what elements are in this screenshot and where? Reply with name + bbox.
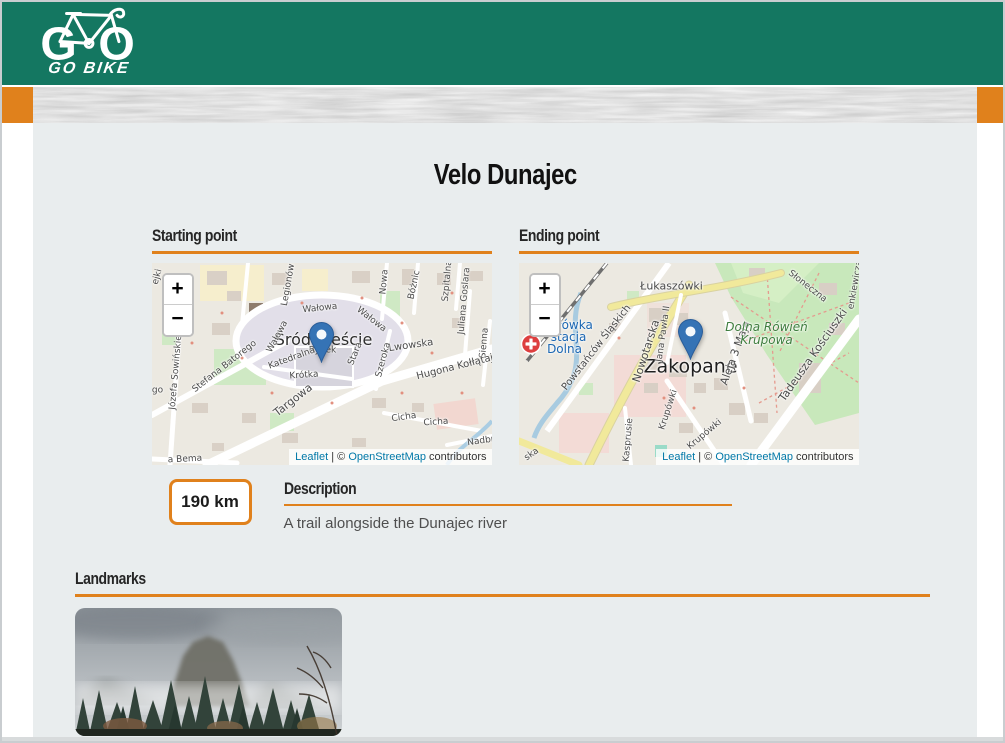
hero-band: [2, 87, 1003, 123]
svg-text:G: G: [40, 17, 76, 64]
map-attribution: Leaflet | © OpenStreetMap contributors: [656, 449, 858, 465]
description-section: Description A trail alongside the Dunaje…: [284, 479, 732, 532]
description-heading: Description: [284, 479, 732, 506]
accent-square-left: [2, 87, 33, 123]
landmarks-heading: Landmarks: [75, 569, 930, 597]
app-header: G O GO BIKE: [2, 2, 1003, 85]
starting-point-heading: Starting point: [152, 226, 492, 254]
zoom-out-button[interactable]: −: [531, 305, 559, 335]
route-page: Velo Dunajec Starting point: [33, 123, 977, 737]
landmark-photo: [75, 608, 342, 736]
leaflet-link[interactable]: Leaflet: [295, 451, 328, 463]
bottom-strip: [2, 737, 1003, 741]
leaflet-link[interactable]: Leaflet: [662, 451, 695, 463]
osm-link[interactable]: OpenStreetMap: [715, 451, 793, 463]
bike-logo-icon: G O: [39, 6, 139, 64]
distance-badge: 190 km: [169, 479, 252, 525]
page-title: Velo Dunajec: [33, 159, 977, 192]
landmarks-section: Landmarks: [75, 569, 930, 736]
zoom-out-button[interactable]: −: [164, 305, 192, 335]
osm-link[interactable]: OpenStreetMap: [348, 451, 426, 463]
map-zoom-control: + −: [162, 273, 194, 337]
start-map[interactable]: ŚródmieścieRynekejkiLegionówWałowaWałowa…: [152, 263, 492, 465]
map-attribution: Leaflet | © OpenStreetMap contributors: [289, 449, 491, 465]
description-text: A trail alongside the Dunajec river: [284, 515, 732, 532]
end-map[interactable]: ZakopaneŁukaszówkiSłonecznaenkiewiczaNow…: [519, 263, 859, 465]
logo[interactable]: G O GO BIKE: [39, 6, 139, 78]
ending-point-column: Ending point: [519, 226, 859, 465]
route-details: Starting point: [152, 226, 859, 532]
logo-text: GO BIKE: [38, 60, 141, 78]
browser-window: G O GO BIKE: [0, 0, 1005, 743]
ending-point-heading: Ending point: [519, 226, 859, 254]
zoom-in-button[interactable]: +: [164, 275, 192, 305]
start-marker-icon: [309, 322, 334, 363]
svg-text:O: O: [98, 17, 134, 64]
gravel-texture-image: [33, 87, 977, 123]
end-marker-icon: [678, 319, 703, 360]
starting-point-column: Starting point: [152, 226, 492, 465]
zoom-in-button[interactable]: +: [531, 275, 559, 305]
map-zoom-control: + −: [529, 273, 561, 337]
accent-square-right: [977, 87, 1003, 123]
